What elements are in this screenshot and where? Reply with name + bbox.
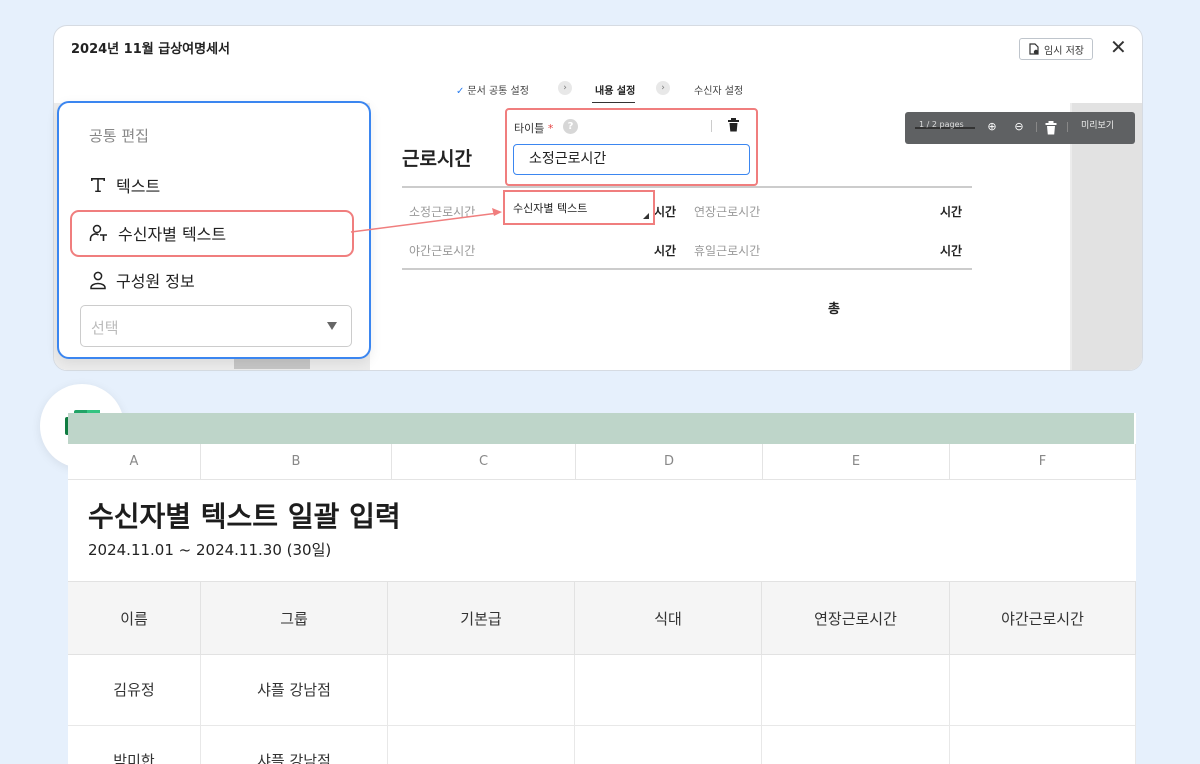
temp-save-label: 임시 저장	[1044, 45, 1084, 57]
table-header-cell[interactable]: 식대	[575, 581, 762, 655]
step-common-settings[interactable]: ✓ 문서 공통 설정	[456, 82, 529, 97]
save-doc-icon	[1029, 43, 1039, 55]
user-text-icon	[89, 224, 107, 241]
zoom-out-icon[interactable]: ⊖	[1012, 120, 1026, 134]
panel-item-label: 수신자별 텍스트	[118, 225, 227, 244]
table-cell[interactable]	[762, 726, 950, 764]
trash-icon[interactable]	[727, 118, 740, 132]
title-label: 타이틀 *	[514, 122, 554, 135]
recipient-text-field-label: 수신자별 텍스트	[513, 202, 588, 215]
page-toolbar: 1 / 2 pages ⊕ ⊖ 미리보기	[905, 112, 1135, 144]
panel-item-recipient-text[interactable]: 수신자별 텍스트	[89, 221, 226, 245]
preview-button[interactable]: 미리보기	[1081, 118, 1114, 131]
table-cell[interactable]: 샤플 강남점	[201, 655, 388, 726]
column-header[interactable]: F	[950, 444, 1136, 480]
table-cell[interactable]	[388, 655, 575, 726]
divider	[711, 120, 712, 132]
column-header[interactable]: B	[201, 444, 392, 480]
table-cell[interactable]	[950, 655, 1136, 726]
field-unit: 시간	[940, 205, 963, 219]
horizontal-scrollbar-thumb[interactable]	[234, 359, 310, 369]
spreadsheet: A B C D E F 수신자별 텍스트 일괄 입력 2024.11.01 ~ …	[68, 413, 1136, 764]
close-icon[interactable]: ✕	[1110, 37, 1127, 57]
dropdown-arrow-icon	[327, 322, 337, 330]
trash-icon[interactable]	[1044, 121, 1058, 135]
chevron-right-icon: ›	[558, 81, 572, 95]
table-header-cell[interactable]: 이름	[68, 581, 201, 655]
section-title: 근로시간	[402, 148, 472, 170]
person-icon	[90, 271, 106, 290]
panel-item-label: 구성원 정보	[116, 272, 195, 291]
field-label: 휴일근로시간	[694, 244, 761, 258]
table-cell[interactable]	[950, 726, 1136, 764]
title-input[interactable]: 소정근로시간	[513, 144, 750, 175]
column-header[interactable]: E	[763, 444, 950, 480]
table-cell[interactable]: 박미한	[68, 726, 201, 764]
check-icon: ✓	[456, 86, 465, 97]
recipient-text-field[interactable]: 수신자별 텍스트	[503, 190, 655, 225]
column-header[interactable]: A	[68, 444, 201, 480]
sheet-period: 2024.11.01 ~ 2024.11.30 (30일)	[88, 541, 332, 559]
text-icon	[91, 178, 105, 192]
zoom-in-icon[interactable]: ⊕	[985, 120, 999, 134]
sheet-title: 수신자별 텍스트 일괄 입력	[88, 500, 401, 533]
title-edit-popup: 타이틀 * ? 소정근로시간	[505, 108, 758, 186]
table-header-cell[interactable]: 기본급	[388, 581, 575, 655]
chevron-right-icon: ›	[656, 81, 670, 95]
field-unit: 시간	[940, 244, 963, 258]
required-mark: *	[547, 122, 554, 135]
panel-item-label: 텍스트	[116, 177, 161, 196]
table-cell[interactable]	[388, 726, 575, 764]
step-recipient-settings[interactable]: 수신자 설정	[694, 82, 743, 97]
divider	[402, 186, 972, 188]
total-label: 총	[828, 302, 840, 317]
table-cell[interactable]: 샤플 강남점	[201, 726, 388, 764]
field-label: 야간근로시간	[409, 244, 476, 258]
select-placeholder: 선택	[91, 319, 119, 337]
table-header-cell[interactable]: 연장근로시간	[762, 581, 950, 655]
table-header-cell[interactable]: 야간근로시간	[950, 581, 1136, 655]
panel-item-member-info[interactable]: 구성원 정보	[89, 268, 195, 292]
divider	[1036, 122, 1037, 132]
step-content-settings[interactable]: 내용 설정	[595, 82, 635, 97]
document-title: 2024년 11월 급상여명세서	[71, 42, 231, 57]
field-unit: 시간	[654, 205, 677, 219]
column-header[interactable]: D	[576, 444, 763, 480]
column-header[interactable]: C	[392, 444, 576, 480]
divider	[1067, 122, 1068, 132]
table-cell[interactable]	[575, 655, 762, 726]
table-cell[interactable]: 김유정	[68, 655, 201, 726]
panel-select-dropdown[interactable]: 선택	[80, 305, 352, 347]
sheet-toolbar-bar	[68, 413, 1134, 444]
help-icon[interactable]: ?	[563, 119, 578, 134]
table-cell[interactable]	[575, 726, 762, 764]
temp-save-button[interactable]: 임시 저장	[1019, 38, 1093, 60]
field-label: 연장근로시간	[694, 205, 761, 219]
table-cell[interactable]	[762, 655, 950, 726]
field-label: 소정근로시간	[409, 205, 476, 219]
page-indicator: 1 / 2 pages	[919, 120, 964, 129]
panel-heading: 공통 편집	[89, 127, 149, 145]
panel-item-text[interactable]: 텍스트	[89, 173, 160, 197]
divider	[402, 268, 972, 270]
resize-handle-icon[interactable]	[643, 213, 649, 219]
table-header-cell[interactable]: 그룹	[201, 581, 388, 655]
common-edit-panel: 공통 편집 텍스트 수신자별 텍스트 구성원 정보 선택	[57, 101, 371, 359]
field-unit: 시간	[654, 244, 677, 258]
